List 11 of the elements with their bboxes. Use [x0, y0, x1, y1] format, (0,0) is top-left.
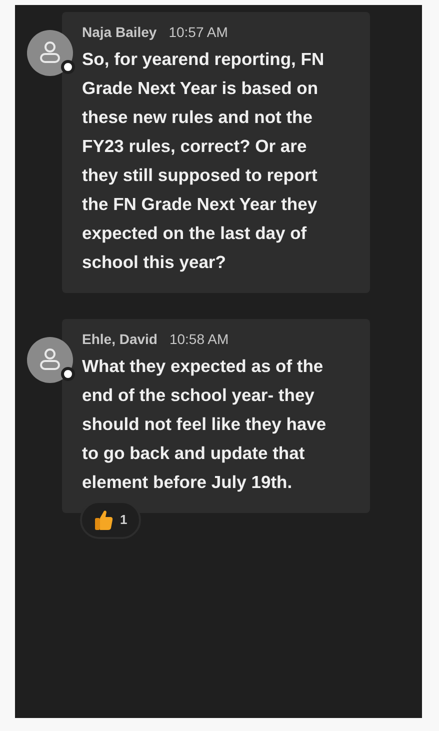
- person-icon: [39, 41, 61, 65]
- message-time: 10:57 AM: [168, 23, 228, 42]
- reaction-button[interactable]: 1: [80, 501, 142, 539]
- thumbs-up-icon: [94, 509, 114, 531]
- author-name: Naja Bailey: [82, 23, 157, 42]
- person-icon: [39, 348, 61, 372]
- message-time: 10:58 AM: [169, 330, 229, 349]
- reaction-count: 1: [120, 511, 128, 530]
- message-text: What they expected as of the end of the school year- they should not feel like they have to go back and update that element before July 19th.: [82, 355, 328, 494]
- author-name: Ehle, David: [82, 330, 158, 349]
- message-text: So, for yearend reporting, FN Grade Next Year is based on these new rules and not the FY23 rules, correct? Or are they still supposed to report the FN Grade Next Year they expected on the last day of school this year?: [82, 48, 326, 274]
